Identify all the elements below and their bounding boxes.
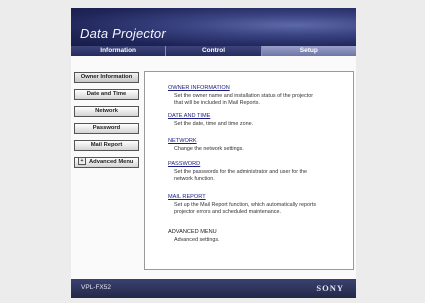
brand-logo: SONY <box>316 283 344 293</box>
desc-line: Set up the Mail Report function, which a… <box>174 202 317 208</box>
tab-bar: Information Control Setup <box>71 46 356 56</box>
menu-advanced-menu[interactable]: + Advanced Menu <box>74 157 139 168</box>
desc-line: that will be included in Mail Reports. <box>174 100 260 106</box>
menu-network[interactable]: Network <box>74 106 139 117</box>
menu-advanced-label: Advanced Menu <box>89 159 134 166</box>
menu-password[interactable]: Password <box>74 123 139 134</box>
tab-information[interactable]: Information <box>71 46 167 56</box>
model-name: VPL-FX52 <box>81 284 111 291</box>
menu-mail-report[interactable]: Mail Report <box>74 140 139 151</box>
link-network[interactable]: NETWORK <box>168 138 197 144</box>
menu-owner-information[interactable]: Owner Information <box>74 72 139 83</box>
desc-network: Change the network settings. <box>174 146 344 153</box>
desc-date-and-time: Set the date, time and time zone. <box>174 121 344 128</box>
link-owner-information[interactable]: OWNER INFORMATION <box>168 85 230 91</box>
footer-bar: VPL-FX52 SONY <box>71 279 356 298</box>
desc-advanced-menu: Advanced settings. <box>174 237 344 244</box>
tab-setup[interactable]: Setup <box>261 46 356 56</box>
page: Data Projector Information Control Setup… <box>71 8 356 298</box>
desc-line: Change the network settings. <box>174 146 244 152</box>
content-panel: OWNER INFORMATION Set the owner name and… <box>144 71 354 270</box>
link-mail-report[interactable]: MAIL REPORT <box>168 194 206 200</box>
desc-password: Set the passwords for the administrator … <box>174 169 344 183</box>
tab-control[interactable]: Control <box>166 46 262 56</box>
desc-mail-report: Set up the Mail Report function, which a… <box>174 202 344 216</box>
desc-line: projector errors and scheduled maintenan… <box>174 209 281 215</box>
desc-line: network function. <box>174 176 215 182</box>
desc-line: Set the owner name and installation stat… <box>174 93 314 99</box>
desc-line: Advanced settings. <box>174 237 220 243</box>
expand-plus-icon[interactable]: + <box>78 157 86 165</box>
desc-line: Set the passwords for the administrator … <box>174 169 308 175</box>
link-date-and-time[interactable]: DATE AND TIME <box>168 113 210 119</box>
menu-date-and-time[interactable]: Date and Time <box>74 89 139 100</box>
desc-line: Set the date, time and time zone. <box>174 121 254 127</box>
app-title: Data Projector <box>80 26 166 41</box>
desc-owner-information: Set the owner name and installation stat… <box>174 93 344 107</box>
link-password[interactable]: PASSWORD <box>168 161 200 167</box>
header-banner: Data Projector <box>71 8 356 46</box>
heading-advanced-menu: ADVANCED MENU <box>168 229 217 235</box>
